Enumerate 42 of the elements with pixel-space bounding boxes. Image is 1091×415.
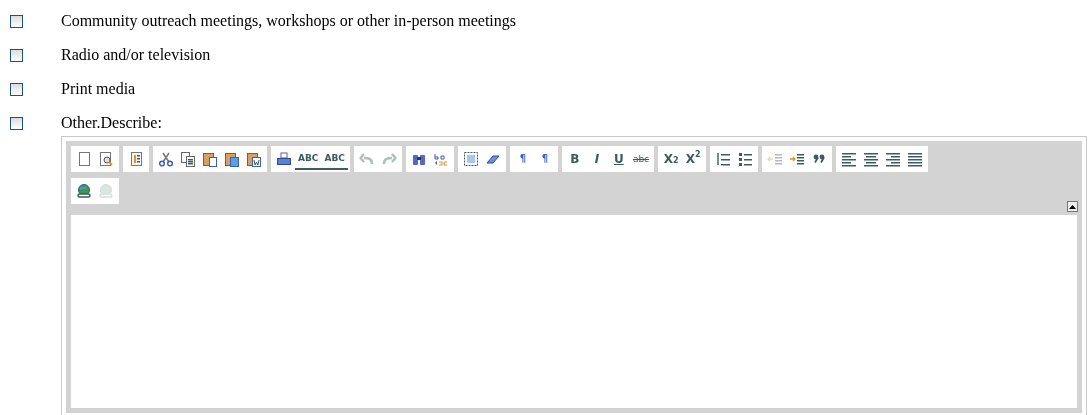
document-icon — [128, 151, 144, 167]
copy-icon — [180, 151, 196, 167]
replace-icon — [432, 151, 449, 167]
checkbox[interactable] — [10, 82, 23, 96]
undo-icon — [358, 151, 375, 167]
scissors-icon — [158, 151, 174, 167]
left-to-right-button[interactable]: ¶ — [511, 148, 534, 170]
checkbox[interactable] — [10, 48, 23, 62]
italic-button[interactable]: I — [585, 148, 608, 170]
align-right-icon — [885, 151, 902, 167]
collapse-button[interactable] — [1067, 201, 1078, 212]
selection-icon — [462, 151, 479, 167]
page-icon — [76, 151, 92, 167]
numbered-list-icon — [715, 151, 732, 167]
underline-button[interactable]: U — [607, 148, 630, 170]
bulleted-list-icon — [737, 151, 754, 167]
option-label: Other.Describe: — [61, 114, 162, 132]
superscript-button[interactable]: X$^{2}$ — [682, 148, 705, 170]
printer-icon — [276, 151, 292, 167]
redo-icon — [380, 151, 397, 167]
outdent-icon — [767, 151, 784, 167]
magnifier-icon — [98, 151, 114, 167]
checkbox[interactable] — [10, 116, 23, 130]
option-label: Community outreach meetings, workshops or other in-person meetings — [61, 12, 517, 30]
triangle-up-icon — [1069, 204, 1076, 209]
right-to-left-button[interactable]: ¶ — [533, 148, 556, 170]
globe-icon — [76, 183, 92, 199]
align-left-icon — [841, 151, 858, 167]
option-label: Print media — [61, 80, 136, 98]
bold-button[interactable]: B — [563, 148, 586, 170]
align-center-icon — [863, 151, 880, 167]
indent-icon — [789, 151, 806, 167]
clipboard-icon — [246, 151, 262, 167]
clipboard-icon — [202, 151, 218, 167]
spellcheck-button[interactable]: ABC — [295, 148, 322, 170]
strikethrough-button[interactable]: abc — [629, 148, 653, 170]
spell-as-you-type-button[interactable]: ABC — [321, 148, 348, 170]
option-label: Radio and/or television — [61, 46, 211, 64]
justify-icon — [907, 151, 924, 167]
clipboard-icon — [224, 151, 240, 167]
globe-icon — [98, 183, 114, 199]
checkbox[interactable] — [10, 14, 23, 28]
